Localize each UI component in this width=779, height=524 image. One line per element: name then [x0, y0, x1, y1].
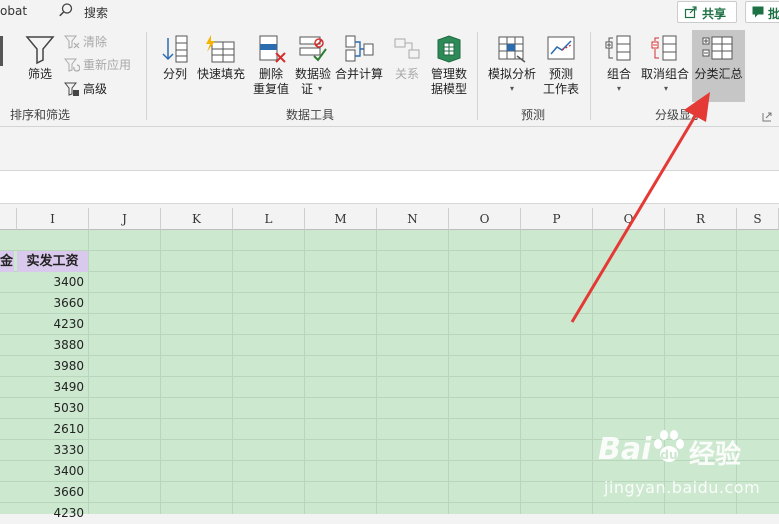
filter-button[interactable]: 筛选	[22, 67, 58, 82]
prev-header-cell[interactable]: 金	[0, 251, 14, 272]
relationships-icon	[393, 36, 421, 64]
data-model-icon[interactable]	[434, 34, 464, 64]
what-if-analysis-button[interactable]: 模拟分析	[486, 67, 538, 82]
ungroup-icon[interactable]	[651, 34, 679, 64]
data-validation-label-1[interactable]: 数据验	[292, 67, 334, 82]
text-to-columns-icon[interactable]	[160, 34, 190, 64]
paw-logo-icon: du	[652, 430, 686, 469]
svg-text:du: du	[660, 448, 677, 462]
net-pay-cell[interactable]: 3880	[17, 335, 84, 356]
share-label: 共享	[702, 7, 727, 21]
flash-fill-icon[interactable]	[204, 34, 236, 64]
remove-duplicates-icon[interactable]	[257, 34, 287, 64]
relationships-button[interactable]: 关系	[392, 67, 422, 82]
net-pay-cell[interactable]: 3330	[17, 440, 84, 461]
sort-filter-group-label: 排序和筛选	[9, 108, 70, 122]
column-header-i[interactable]: I	[17, 208, 89, 230]
forecast-sheet-label-1[interactable]: 预测	[541, 67, 581, 82]
net-pay-cell[interactable]: 3980	[17, 356, 84, 377]
data-tools-group-label: 数据工具	[285, 108, 334, 122]
subtotal-icon	[702, 34, 734, 67]
sort-icon-fragment	[0, 36, 6, 76]
reapply-button[interactable]: 重新应用	[83, 58, 131, 73]
consolidate-icon[interactable]	[344, 34, 374, 64]
net-pay-cell[interactable]: 4230	[17, 314, 84, 335]
search-icon[interactable]	[58, 2, 74, 21]
data-validation-icon[interactable]	[298, 34, 328, 64]
column-header-j[interactable]: J	[89, 208, 161, 230]
watermark-brand: Bai	[598, 432, 652, 467]
net-pay-cell[interactable]: 3660	[17, 482, 84, 503]
column-header-l[interactable]: L	[233, 208, 305, 230]
net-pay-cell[interactable]: 3490	[17, 377, 84, 398]
watermark-url: jingyan.baidu.com	[604, 478, 761, 497]
subtotal-label: 分类汇总	[694, 67, 743, 81]
comments-button[interactable]: 批	[745, 1, 779, 23]
column-header-n[interactable]: N	[377, 208, 449, 230]
net-pay-cell[interactable]: 3400	[17, 272, 84, 293]
column-header-k[interactable]: K	[161, 208, 233, 230]
ungroup-button[interactable]: 取消组合	[639, 67, 691, 82]
what-if-dropdown-icon[interactable]: ▾	[508, 84, 516, 93]
share-button[interactable]: 共享	[677, 1, 737, 23]
text-to-columns-button[interactable]: 分列	[157, 67, 193, 82]
column-header-o[interactable]: O	[449, 208, 521, 230]
remove-duplicates-label-2[interactable]: 重复值	[250, 82, 292, 97]
data-model-label-1[interactable]: 管理数	[428, 67, 470, 82]
column-header-m[interactable]: M	[305, 208, 377, 230]
reapply-icon	[63, 57, 81, 73]
title-bar: obat 搜索	[0, 0, 779, 26]
group-separator	[477, 32, 478, 120]
column-header-s[interactable]: S	[737, 208, 779, 230]
data-validation-dropdown-icon[interactable]: ▾	[316, 84, 324, 93]
net-pay-cell[interactable]: 2610	[17, 419, 84, 440]
search-label[interactable]: 搜索	[84, 4, 108, 21]
clear-filter-button[interactable]: 清除	[83, 35, 107, 50]
consolidate-button[interactable]: 合并计算	[334, 67, 384, 82]
watermark-brand-2: 经验	[689, 440, 742, 470]
flash-fill-button[interactable]: 快速填充	[196, 67, 246, 82]
net-pay-cell[interactable]: 3400	[17, 461, 84, 482]
group-separator	[146, 32, 147, 120]
data-model-label-2[interactable]: 据模型	[428, 82, 470, 97]
net-pay-cell[interactable]: 3660	[17, 293, 84, 314]
comments-label: 批	[768, 7, 779, 21]
forecast-sheet-icon[interactable]	[546, 34, 576, 64]
clear-filter-icon	[63, 34, 80, 50]
filter-icon[interactable]	[24, 33, 56, 65]
red-arrow-annotation	[570, 92, 710, 323]
column-header-fragment[interactable]	[0, 208, 17, 230]
forecast-group-label: 预测	[520, 108, 545, 122]
what-if-analysis-icon[interactable]	[497, 34, 527, 64]
comment-icon	[752, 6, 764, 21]
group-button[interactable]: 组合	[600, 67, 638, 82]
net-pay-header-cell[interactable]: 实发工资	[17, 251, 88, 272]
data-validation-label-2[interactable]: 证	[300, 82, 314, 97]
dialog-launcher-icon[interactable]	[762, 111, 772, 122]
group-icon[interactable]	[605, 34, 633, 64]
advanced-filter-icon	[63, 81, 80, 97]
remove-duplicates-label-1[interactable]: 删除	[250, 67, 292, 82]
net-pay-cell[interactable]: 5030	[17, 398, 84, 419]
app-name-fragment: obat	[0, 4, 28, 18]
advanced-filter-button[interactable]: 高级	[83, 82, 107, 97]
share-icon	[684, 5, 698, 22]
